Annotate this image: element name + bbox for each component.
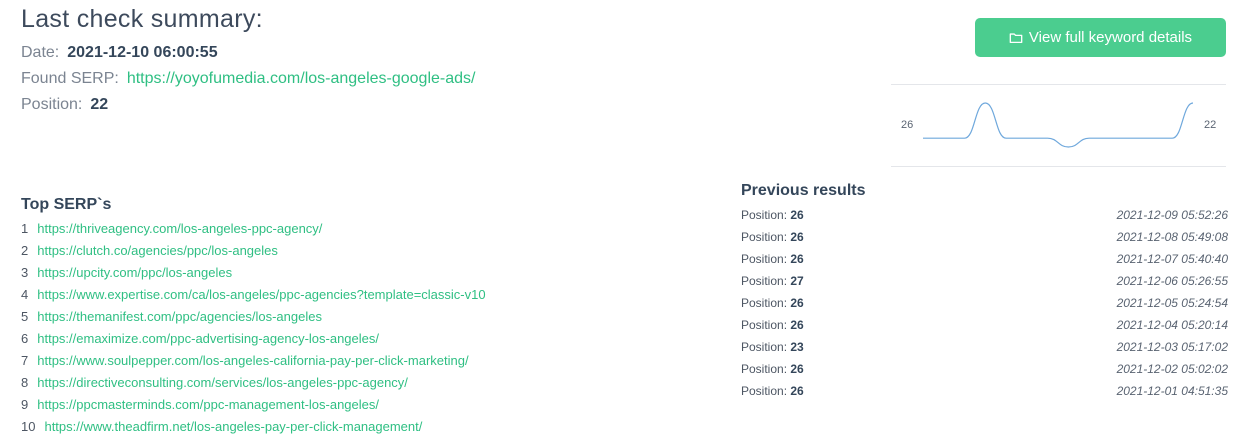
top-serps-heading: Top SERP`s <box>21 196 112 213</box>
sparkline-line <box>922 102 1194 148</box>
serp-rank: 4 <box>21 287 29 302</box>
previous-result-label: Position: <box>741 230 788 244</box>
previous-result-value: 26 <box>790 230 804 244</box>
previous-result-date: 2021-12-01 04:51:35 <box>1116 384 1228 398</box>
serp-list-item: 5 https://themanifest.com/ppc/agencies/lo… <box>21 308 486 330</box>
serp-list-item: 8 https://directiveconsulting.com/service… <box>21 374 486 396</box>
serp-list-item: 7 https://www.soulpepper.com/los-angeles-… <box>21 352 486 374</box>
view-full-keyword-details-button[interactable]: View full keyword details <box>975 18 1226 57</box>
serp-link[interactable]: https://upcity.com/ppc/los-angeles <box>37 265 232 280</box>
view-full-keyword-details-label: View full keyword details <box>1028 29 1193 46</box>
position-sparkline: 26 22 <box>891 84 1226 167</box>
serp-link[interactable]: https://directiveconsulting.com/services… <box>37 375 408 390</box>
previous-result-position: Position: 26 <box>741 251 804 273</box>
previous-result-label: Position: <box>741 340 788 354</box>
previous-results-heading: Previous results <box>741 182 866 199</box>
serp-link[interactable]: https://clutch.co/agencies/ppc/los-angel… <box>37 243 278 258</box>
sparkline-svg <box>922 102 1194 148</box>
serp-list-item: 6 https://emaximize.com/ppc-advertising-a… <box>21 330 486 352</box>
previous-result-value: 26 <box>790 318 804 332</box>
previous-result-row: Position: 26 2021-12-02 05:02:02 <box>741 361 1228 383</box>
previous-result-position: Position: 26 <box>741 229 804 251</box>
previous-result-date: 2021-12-04 05:20:14 <box>1116 318 1228 332</box>
previous-result-value: 26 <box>790 296 804 310</box>
previous-result-label: Position: <box>741 208 788 222</box>
previous-result-row: Position: 26 2021-12-05 05:24:54 <box>741 295 1228 317</box>
previous-result-label: Position: <box>741 296 788 310</box>
previous-result-value: 26 <box>790 362 804 376</box>
previous-result-date: 2021-12-07 05:40:40 <box>1116 252 1228 266</box>
top-serps-list: 1 https://thriveagency.com/los-angeles-pp… <box>21 220 486 435</box>
previous-result-row: Position: 26 2021-12-08 05:49:08 <box>741 229 1228 251</box>
previous-result-row: Position: 27 2021-12-06 05:26:55 <box>741 273 1228 295</box>
serp-rank: 10 <box>21 419 36 434</box>
date-value: 2021-12-10 06:00:55 <box>67 44 218 61</box>
previous-result-position: Position: 27 <box>741 273 804 295</box>
serp-link[interactable]: https://www.expertise.com/ca/los-angeles… <box>37 287 485 302</box>
previous-result-value: 26 <box>790 252 804 266</box>
previous-result-value: 26 <box>790 208 804 222</box>
sparkline-end-label: 22 <box>1204 119 1217 131</box>
previous-result-label: Position: <box>741 274 788 288</box>
sparkline-start-label: 26 <box>901 119 914 131</box>
serp-link[interactable]: https://thriveagency.com/los-angeles-ppc… <box>37 221 322 236</box>
previous-result-row: Position: 26 2021-12-09 05:52:26 <box>741 207 1228 229</box>
previous-result-date: 2021-12-03 05:17:02 <box>1116 340 1228 354</box>
serp-rank: 2 <box>21 243 29 258</box>
serp-list-item: 1 https://thriveagency.com/los-angeles-pp… <box>21 220 486 242</box>
serp-rank: 6 <box>21 331 29 346</box>
previous-result-value: 27 <box>790 274 804 288</box>
previous-result-row: Position: 23 2021-12-03 05:17:02 <box>741 339 1228 361</box>
serp-rank: 9 <box>21 397 29 412</box>
found-serp-row: Found SERP: https://yoyofumedia.com/los-a… <box>21 70 475 88</box>
folder-icon <box>1009 32 1023 43</box>
serp-rank: 7 <box>21 353 29 368</box>
position-value: 22 <box>90 96 109 113</box>
previous-result-date: 2021-12-06 05:26:55 <box>1116 274 1228 288</box>
serp-list-item: 3 https://upcity.com/ppc/los-angeles <box>21 264 486 286</box>
serp-rank: 8 <box>21 375 29 390</box>
serp-link[interactable]: https://themanifest.com/ppc/agencies/los… <box>37 309 322 324</box>
page-title: Last check summary: <box>21 5 263 33</box>
previous-result-date: 2021-12-05 05:24:54 <box>1116 296 1228 310</box>
serp-list-item: 2 https://clutch.co/agencies/ppc/los-ange… <box>21 242 486 264</box>
previous-result-value: 23 <box>790 340 804 354</box>
previous-result-date: 2021-12-09 05:52:26 <box>1116 208 1228 222</box>
previous-result-label: Position: <box>741 252 788 266</box>
previous-result-row: Position: 26 2021-12-04 05:20:14 <box>741 317 1228 339</box>
previous-result-row: Position: 26 2021-12-07 05:40:40 <box>741 251 1228 273</box>
serp-rank: 1 <box>21 221 29 236</box>
position-row: Position: 22 <box>21 96 108 114</box>
position-label: Position: <box>21 96 83 113</box>
previous-result-label: Position: <box>741 318 788 332</box>
previous-result-position: Position: 26 <box>741 207 804 229</box>
serp-link[interactable]: https://ppcmasterminds.com/ppc-managemen… <box>37 397 379 412</box>
serp-list-item: 10 https://www.theadfirm.net/los-angeles-… <box>21 418 486 435</box>
serp-link[interactable]: https://www.theadfirm.net/los-angeles-pa… <box>44 419 422 434</box>
date-row: Date: 2021-12-10 06:00:55 <box>21 44 218 62</box>
previous-result-value: 26 <box>790 384 804 398</box>
found-serp-label: Found SERP: <box>21 70 119 87</box>
previous-result-date: 2021-12-08 05:49:08 <box>1116 230 1228 244</box>
previous-result-position: Position: 26 <box>741 295 804 317</box>
serp-link[interactable]: https://emaximize.com/ppc-advertising-ag… <box>37 331 379 346</box>
previous-result-date: 2021-12-02 05:02:02 <box>1116 362 1228 376</box>
serp-rank: 3 <box>21 265 29 280</box>
previous-result-position: Position: 23 <box>741 339 804 361</box>
date-label: Date: <box>21 44 60 61</box>
previous-result-position: Position: 26 <box>741 317 804 339</box>
previous-result-position: Position: 26 <box>741 361 804 383</box>
serp-list-item: 9 https://ppcmasterminds.com/ppc-manageme… <box>21 396 486 418</box>
previous-result-label: Position: <box>741 362 788 376</box>
serp-link[interactable]: https://www.soulpepper.com/los-angeles-c… <box>37 353 468 368</box>
previous-results-list: Position: 26 2021-12-09 05:52:26 Position:… <box>741 207 1228 405</box>
found-serp-link[interactable]: https://yoyofumedia.com/los-angeles-goog… <box>127 70 476 87</box>
previous-result-position: Position: 26 <box>741 383 804 405</box>
previous-result-label: Position: <box>741 384 788 398</box>
serp-list-item: 4 https://www.expertise.com/ca/los-angele… <box>21 286 486 308</box>
serp-rank: 5 <box>21 309 29 324</box>
previous-result-row: Position: 26 2021-12-01 04:51:35 <box>741 383 1228 405</box>
